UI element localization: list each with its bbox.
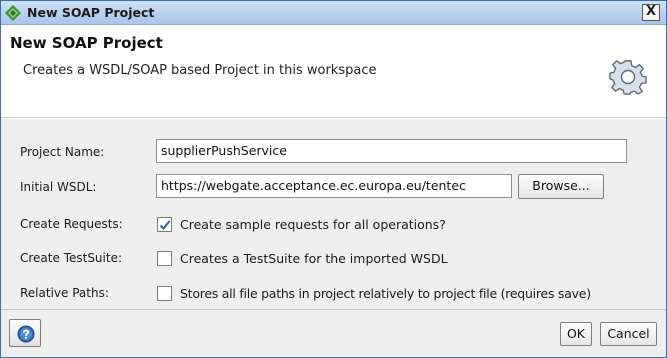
project-name-value: supplierPushService [161,143,287,158]
title-bar[interactable]: New SOAP Project X [1,1,666,25]
create-testsuite-text: Creates a TestSuite for the imported WSD… [180,251,448,266]
close-icon: X [645,4,657,19]
project-name-label: Project Name: [20,145,105,159]
header-description: Creates a WSDL/SOAP based Project in thi… [23,63,377,78]
help-icon [17,325,35,343]
relative-paths-text: Stores all file paths in project relativ… [180,286,591,301]
initial-wsdl-label: Initial WSDL: [20,180,97,194]
checkmark-icon [159,220,171,230]
browse-button-label: Browse... [532,178,590,193]
new-soap-project-dialog: New SOAP Project X New SOAP Project Crea… [0,0,667,358]
window-title: New SOAP Project [27,5,155,20]
help-button[interactable] [9,319,41,347]
cancel-button-label: Cancel [607,326,650,341]
cancel-button[interactable]: Cancel [600,322,657,346]
create-requests-label: Create Requests: [20,217,123,231]
create-requests-text: Create sample requests for all operation… [180,217,446,232]
create-testsuite-checkbox[interactable] [157,251,172,266]
ok-button[interactable]: OK [560,322,592,346]
header-title: New SOAP Project [10,34,163,52]
close-button[interactable]: X [642,4,660,21]
gear-icon [609,58,647,96]
initial-wsdl-value: https://webgate.acceptance.ec.europa.eu/… [161,178,466,193]
create-testsuite-label: Create TestSuite: [20,251,123,265]
create-requests-checkbox[interactable] [157,217,172,232]
browse-button[interactable]: Browse... [518,174,604,199]
relative-paths-label: Relative Paths: [20,286,109,300]
project-name-input[interactable]: supplierPushService [156,139,627,163]
button-bar: OK Cancel [1,309,666,357]
initial-wsdl-input[interactable]: https://webgate.acceptance.ec.europa.eu/… [156,174,512,198]
relative-paths-checkbox[interactable] [157,286,172,301]
soapui-logo-icon [5,5,21,21]
ok-button-label: OK [566,326,586,341]
